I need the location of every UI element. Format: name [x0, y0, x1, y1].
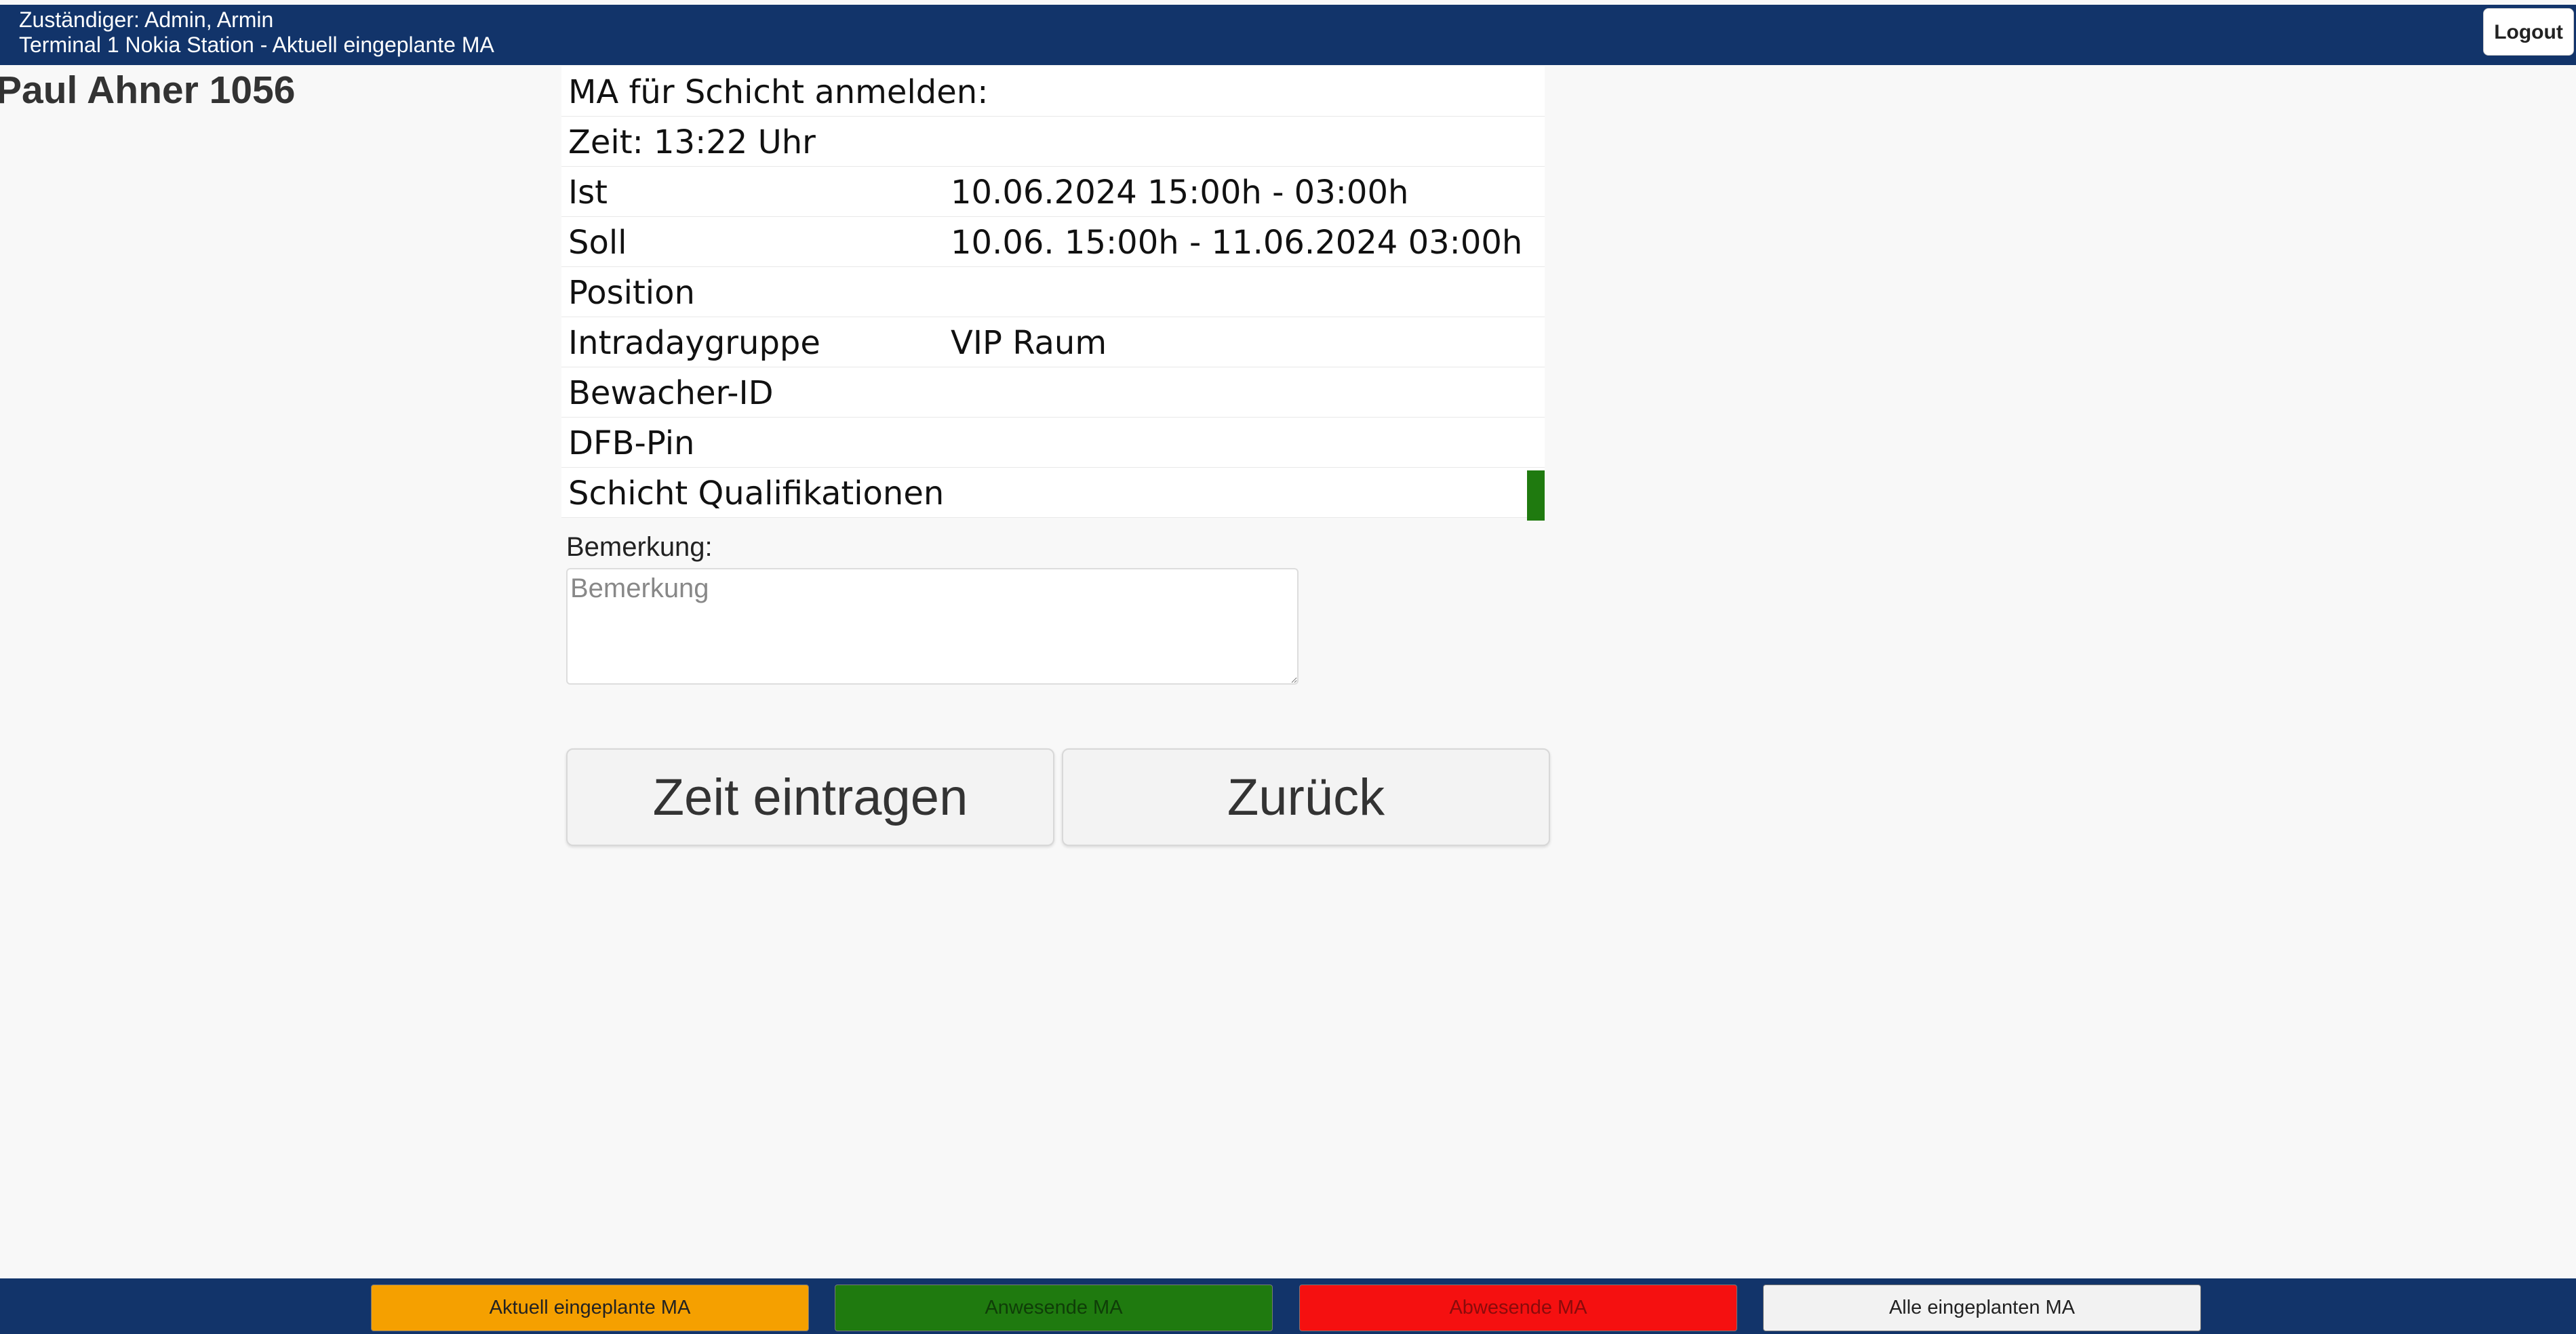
top-header: Zuständiger: Admin, Armin Terminal 1 Nok… — [0, 5, 2576, 65]
tab-present[interactable]: Anwesende MA — [835, 1285, 1273, 1331]
responsible-person: Zuständiger: Admin, Armin — [19, 7, 274, 32]
shift-title: MA für Schicht anmelden: — [568, 73, 989, 111]
back-button[interactable]: Zurück — [1062, 748, 1550, 846]
tab-absent[interactable]: Abwesende MA — [1299, 1285, 1737, 1331]
employee-name: Paul Ahner 1056 — [0, 68, 296, 112]
dfb-pin-row: DFB-Pin — [561, 418, 1545, 468]
bewacher-id-row: Bewacher-ID — [561, 367, 1545, 418]
tab-current-planned[interactable]: Aktuell eingeplante MA — [371, 1285, 809, 1331]
intradaygruppe-value: VIP Raum — [951, 324, 1107, 362]
soll-value: 10.06. 15:00h - 11.06.2024 03:00h — [951, 224, 1523, 262]
qualifications-row: Schicht Qualifikationen — [561, 468, 1545, 521]
bewacher-id-label: Bewacher-ID — [568, 374, 774, 412]
position-row: Position — [561, 267, 1545, 317]
position-label: Position — [568, 274, 695, 312]
shift-title-row: MA für Schicht anmelden: — [561, 66, 1545, 117]
bottom-nav: Aktuell eingeplante MA Anwesende MA Abwe… — [0, 1278, 2576, 1334]
qualification-status-indicator — [1527, 470, 1545, 521]
tab-all-planned[interactable]: Alle eingeplanten MA — [1763, 1285, 2201, 1331]
location-title: Terminal 1 Nokia Station - Aktuell einge… — [19, 33, 494, 57]
current-time-row: Zeit: 13:22 Uhr — [561, 117, 1545, 167]
remark-label: Bemerkung: — [566, 532, 713, 562]
qualifications-label: Schicht Qualifikationen — [568, 474, 945, 512]
current-time: Zeit: 13:22 Uhr — [568, 123, 816, 161]
remark-textarea[interactable] — [566, 568, 1299, 685]
intradaygruppe-row: Intradaygruppe VIP Raum — [561, 317, 1545, 367]
shift-info-table: MA für Schicht anmelden: Zeit: 13:22 Uhr… — [561, 66, 1545, 521]
soll-label: Soll — [568, 224, 627, 262]
submit-time-button[interactable]: Zeit eintragen — [566, 748, 1054, 846]
ist-label: Ist — [568, 174, 608, 211]
ist-value: 10.06.2024 15:00h - 03:00h — [951, 174, 1409, 211]
dfb-pin-label: DFB-Pin — [568, 424, 695, 462]
ist-row: Ist 10.06.2024 15:00h - 03:00h — [561, 167, 1545, 217]
intradaygruppe-label: Intradaygruppe — [568, 324, 820, 362]
logout-button[interactable]: Logout — [2483, 8, 2574, 56]
soll-row: Soll 10.06. 15:00h - 11.06.2024 03:00h — [561, 217, 1545, 267]
